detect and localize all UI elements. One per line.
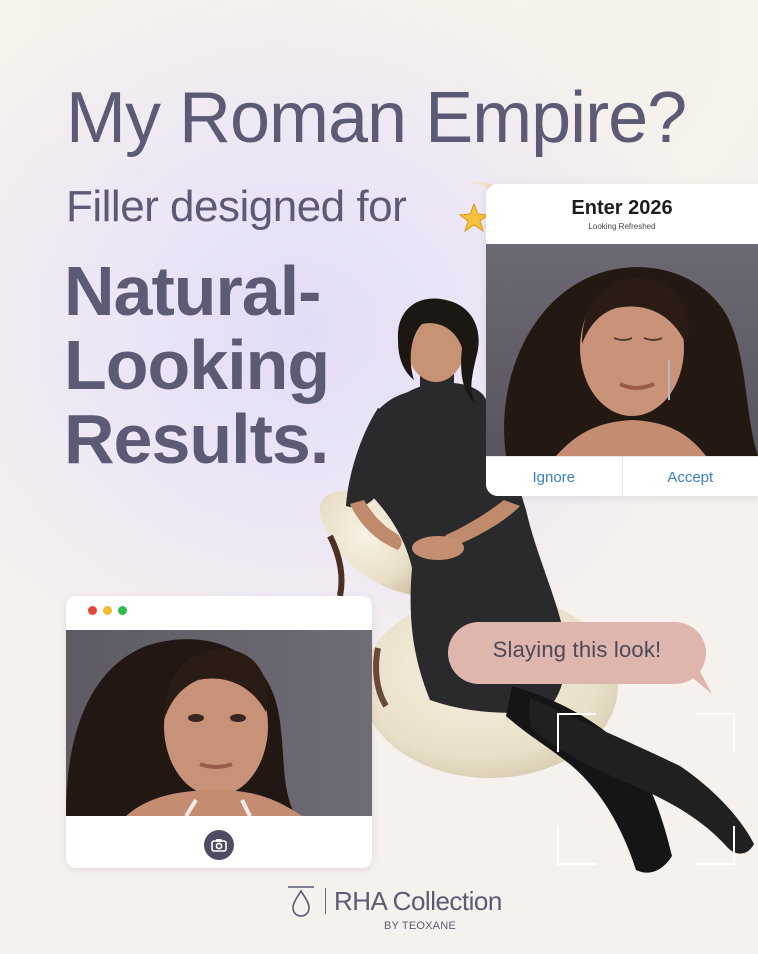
logo-divider (325, 888, 326, 914)
browser-window-card (66, 596, 372, 868)
brand-name: RHA Collection (334, 886, 502, 916)
notification-title: Enter 2026 (571, 197, 673, 219)
focus-frame-corners (557, 713, 735, 865)
brand-byline: BY TEOXANE (384, 920, 456, 932)
emphasis-line-1: Natural- (64, 252, 321, 330)
window-portrait-photo (66, 630, 372, 816)
camera-button[interactable] (204, 830, 234, 860)
accept-button[interactable]: Accept (621, 457, 758, 496)
teoxane-drop-logo-icon (288, 886, 314, 917)
camera-icon (211, 839, 227, 852)
maximize-dot-icon[interactable] (118, 606, 127, 615)
close-dot-icon[interactable] (88, 606, 97, 615)
speech-bubble: Slaying this look! (448, 622, 706, 684)
ad-canvas: My Roman Empire? Filler designed for Nat… (0, 0, 758, 954)
notification-card: Enter 2026 Looking Refreshed Ignore Acce… (486, 184, 758, 496)
minimize-dot-icon[interactable] (103, 606, 112, 615)
emphasis-line-2: Looking (64, 326, 330, 404)
subhead: Filler designed for (66, 182, 407, 231)
emphasis-line-3: Results. (64, 400, 329, 478)
headline: My Roman Empire? (66, 78, 687, 158)
ignore-button[interactable]: Ignore (486, 457, 622, 496)
speech-bubble-text: Slaying this look! (492, 637, 662, 662)
notification-portrait-photo (486, 244, 758, 456)
speech-bubble-tail (676, 664, 712, 694)
notification-subtitle: Looking Refreshed (588, 222, 656, 231)
notification-actions: Ignore Accept (486, 456, 758, 496)
